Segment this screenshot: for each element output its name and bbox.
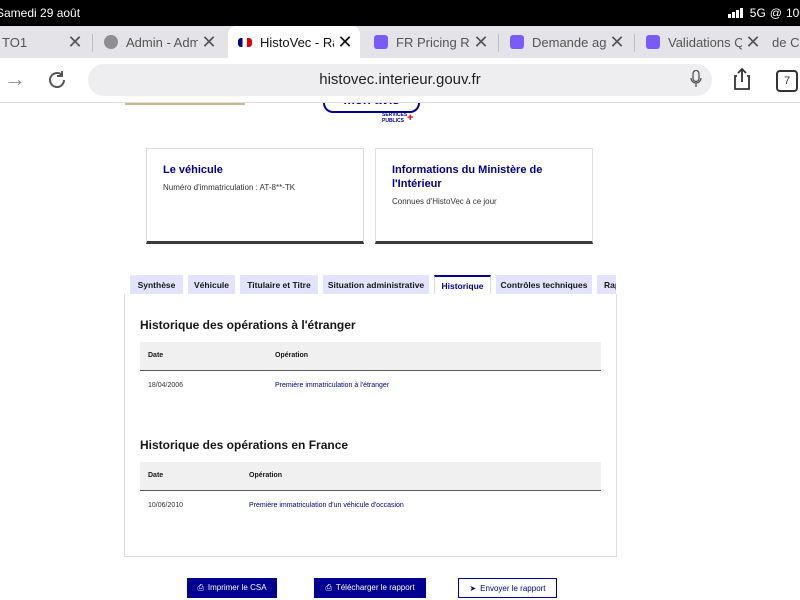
column-header-date: Date — [148, 472, 164, 479]
close-icon[interactable]: ✕ — [64, 32, 86, 53]
microphone-icon[interactable] — [690, 70, 702, 88]
tab-rapport[interactable]: Rap — [597, 275, 616, 295]
browser-tab[interactable]: TO1 ✕ — [0, 28, 90, 56]
status-time: Samedi 29 août — [0, 6, 81, 20]
share-icon[interactable] — [730, 67, 754, 91]
historique-panel: Historique des opérations à l'étranger D… — [124, 294, 617, 557]
browser-tab-title: Demande agen — [532, 34, 606, 50]
browser-tab[interactable]: Demande agen ✕ — [500, 28, 632, 56]
url-text: histovec.interieur.gouv.fr — [319, 71, 481, 88]
browser-tab-title: FR Pricing Requ — [396, 34, 470, 50]
close-icon[interactable]: ✕ — [606, 32, 628, 53]
table-row: 18/04/2006 Première immatriculation à l'… — [140, 372, 601, 400]
send-report-label: Envoyer le rapport — [480, 584, 546, 593]
web-page: mon avis SERVICES PUBLICS + Le véhicule … — [0, 103, 800, 600]
alarm-icon: @ — [769, 6, 782, 20]
send-report-button[interactable]: ➤ Envoyer le rapport — [458, 578, 557, 598]
close-icon[interactable]: ✕ — [742, 32, 764, 53]
browser-tab[interactable]: Admin - Admin ✕ — [94, 28, 224, 56]
foreign-table-header: Date Opération — [140, 342, 601, 371]
column-header-date: Date — [148, 352, 164, 359]
french-flag-icon — [238, 37, 252, 47]
status-indicators: 5G @ 100 — [727, 6, 800, 20]
row-date: 10/06/2010 — [148, 502, 184, 509]
column-header-operation: Opération — [249, 472, 283, 479]
battery-label: 100 — [785, 6, 800, 20]
close-icon[interactable]: ✕ — [198, 32, 220, 53]
header-divider — [125, 103, 245, 105]
ministry-card-title: Informations du Ministère de l'Intérieur — [392, 164, 543, 190]
registration-number: Numéro d'immatriculation : AT-8**-TK — [163, 183, 296, 192]
printer-icon: ⎙ — [325, 583, 332, 592]
browser-tab-strip: TO1 ✕ Admin - Admin ✕ HistoVec - Rapp ✕ … — [0, 26, 800, 58]
tab-titulaire[interactable]: Titulaire et Titre — [240, 275, 318, 295]
signal-icon — [727, 8, 743, 18]
tab-historique[interactable]: Historique — [434, 275, 491, 295]
column-header-operation: Opération — [275, 352, 309, 359]
close-icon[interactable]: ✕ — [470, 32, 492, 53]
download-report-button[interactable]: ⎙ Télécharger le rapport — [314, 578, 426, 598]
browser-tab-title: TO1 — [2, 34, 28, 50]
browser-tab[interactable]: FR Pricing Requ ✕ — [364, 28, 496, 56]
foreign-history-title: Historique des opérations à l'étranger — [140, 318, 356, 332]
form-icon — [374, 35, 388, 49]
services-publics-logo: SERVICES PUBLICS — [382, 112, 408, 124]
vehicle-card-title: Le véhicule — [163, 164, 223, 176]
network-label: 5G — [749, 6, 766, 20]
status-bar: Samedi 29 août 5G @ 100 — [0, 0, 800, 26]
services-publics-plus-icon: + — [407, 112, 414, 124]
form-icon — [646, 35, 660, 49]
download-report-label: Télécharger le rapport — [335, 583, 415, 592]
row-date: 18/04/2006 — [148, 382, 184, 389]
tab-controles-techniques[interactable]: Contrôles techniques — [496, 275, 592, 295]
globe-icon — [104, 35, 118, 49]
row-operation: Première immatriculation d'un véhicule d… — [249, 502, 404, 509]
printer-icon: ⎙ — [197, 583, 204, 592]
browser-tab-title: de C — [772, 34, 800, 50]
reload-icon[interactable] — [46, 69, 68, 91]
browser-toolbar: → histovec.interieur.gouv.fr 7 — [0, 58, 800, 103]
tab-count-button[interactable]: 7 — [776, 70, 798, 92]
print-csa-label: Imprimer le CSA — [207, 583, 267, 592]
browser-tab-title: Validations Qu — [668, 34, 742, 50]
form-icon — [510, 35, 524, 49]
forward-icon[interactable]: → — [4, 66, 26, 92]
row-operation: Première immatriculation à l'étranger — [275, 382, 390, 389]
ministry-card: Informations du Ministère de l'Intérieur… — [375, 148, 593, 244]
browser-tab-title: Admin - Admin — [126, 34, 198, 50]
france-table-header: Date Opération — [140, 462, 601, 491]
table-row: 10/06/2010 Première immatriculation d'un… — [140, 492, 601, 520]
browser-tab[interactable]: de C — [768, 28, 800, 56]
print-csa-button[interactable]: ⎙ Imprimer le CSA — [187, 578, 277, 598]
send-icon: ➤ — [469, 584, 477, 593]
vehicle-card: Le véhicule Numéro d'immatriculation : A… — [146, 148, 364, 244]
france-history-title: Historique des opérations en France — [140, 438, 349, 452]
report-tabs: Synthèse Véhicule Titulaire et Titre Sit… — [130, 275, 616, 295]
tab-vehicule[interactable]: Véhicule — [188, 275, 235, 295]
ministry-card-text: Connues d'HistoVec à ce jour — [392, 197, 497, 206]
browser-tab-title: HistoVec - Rapp — [260, 34, 334, 50]
browser-tab-active[interactable]: HistoVec - Rapp ✕ — [228, 26, 360, 58]
browser-tab[interactable]: Validations Qu ✕ — [636, 28, 768, 56]
address-bar[interactable]: histovec.interieur.gouv.fr — [88, 64, 712, 96]
tab-situation-administrative[interactable]: Situation administrative — [323, 275, 429, 295]
close-icon[interactable]: ✕ — [334, 32, 356, 53]
tab-synthese[interactable]: Synthèse — [130, 275, 183, 295]
